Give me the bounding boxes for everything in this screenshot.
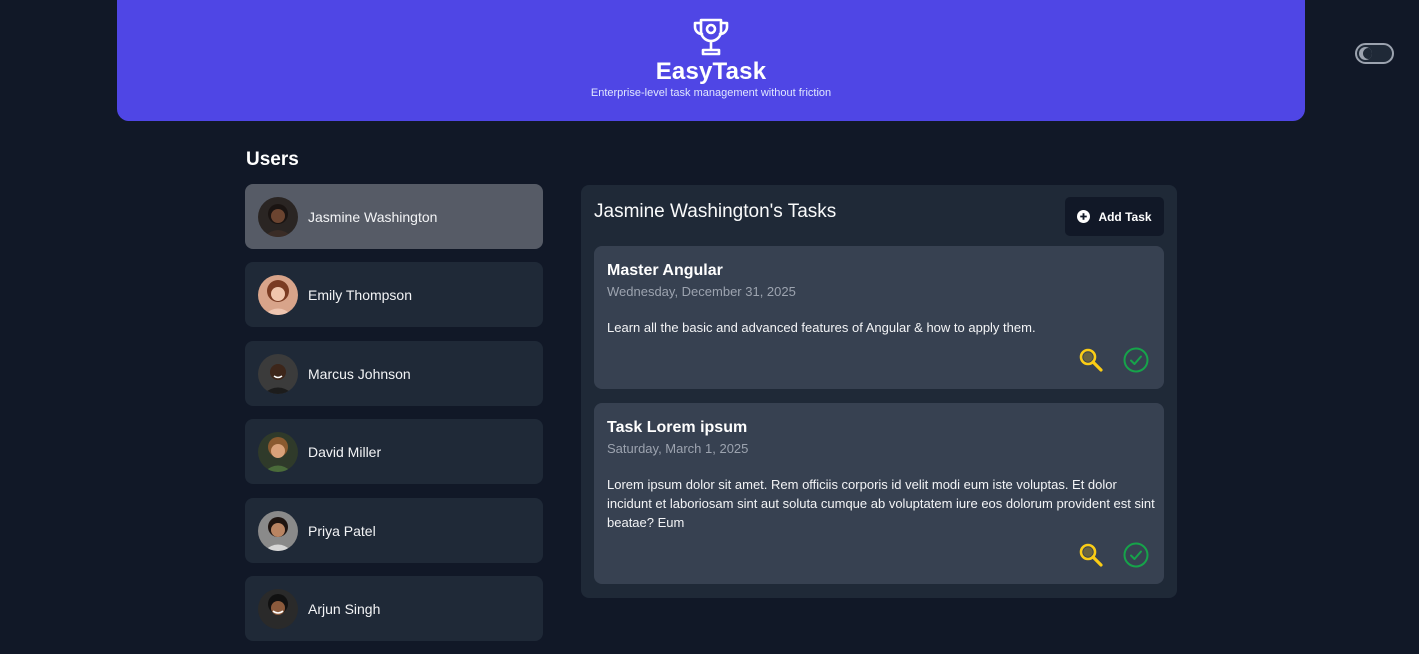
avatar [258,353,298,394]
user-name: David Miller [308,444,382,461]
theme-toggle[interactable] [1355,43,1394,64]
task-description: Lorem ipsum dolor sit amet. Rem officiis… [607,477,1155,530]
app-header: EasyTask Enterprise-level task managemen… [117,0,1305,121]
task-date: Wednesday, December 31, 2025 [607,284,796,299]
check-circle-icon[interactable] [1123,347,1149,373]
task-card: Task Lorem ipsum Saturday, March 1, 2025… [594,403,1164,584]
theme-toggle-icon [1359,47,1372,60]
task-title: Master Angular [607,262,723,279]
check-circle-icon[interactable] [1123,542,1149,568]
app-subtitle: Enterprise-level task management without… [590,87,832,99]
user-item[interactable]: Jasmine Washington [245,184,543,249]
user-item[interactable]: Arjun Singh [245,575,543,641]
tasks-panel: Jasmine Washington's Tasks Add Task Mast… [581,185,1177,598]
user-item[interactable]: Marcus Johnson [245,340,543,406]
tasks-heading: Jasmine Washington's Tasks [594,201,837,222]
user-name: Jasmine Washington [308,209,438,225]
trophy-icon [690,16,732,58]
task-date: Saturday, March 1, 2025 [607,441,749,456]
user-list: Jasmine Washington Emily Thompson Marcus… [245,184,543,654]
avatar [258,432,298,473]
avatar [258,197,298,237]
task-card: Master Angular Wednesday, December 31, 2… [594,246,1164,389]
avatar [258,510,298,551]
task-description: Learn all the basic and advanced feature… [607,320,1036,335]
user-item[interactable]: Priya Patel [245,497,543,563]
user-name: Emily Thompson [308,287,413,304]
magnifier-icon[interactable] [1078,347,1104,373]
user-name: Marcus Johnson [308,365,411,382]
user-item[interactable]: David Miller [245,419,543,485]
user-item[interactable]: Emily Thompson [245,262,543,328]
user-name: Priya Patel [308,522,376,539]
task-title: Task Lorem ipsum [607,419,748,436]
add-task-button[interactable]: Add Task [1065,197,1164,236]
users-heading: Users [246,149,299,170]
magnifier-icon[interactable] [1078,542,1104,568]
add-task-label: Add Task [1098,209,1152,224]
app-title: EasyTask [655,58,767,85]
avatar [258,588,298,629]
user-name: Arjun Singh [308,600,381,617]
avatar [258,275,298,316]
add-icon [1077,210,1091,223]
